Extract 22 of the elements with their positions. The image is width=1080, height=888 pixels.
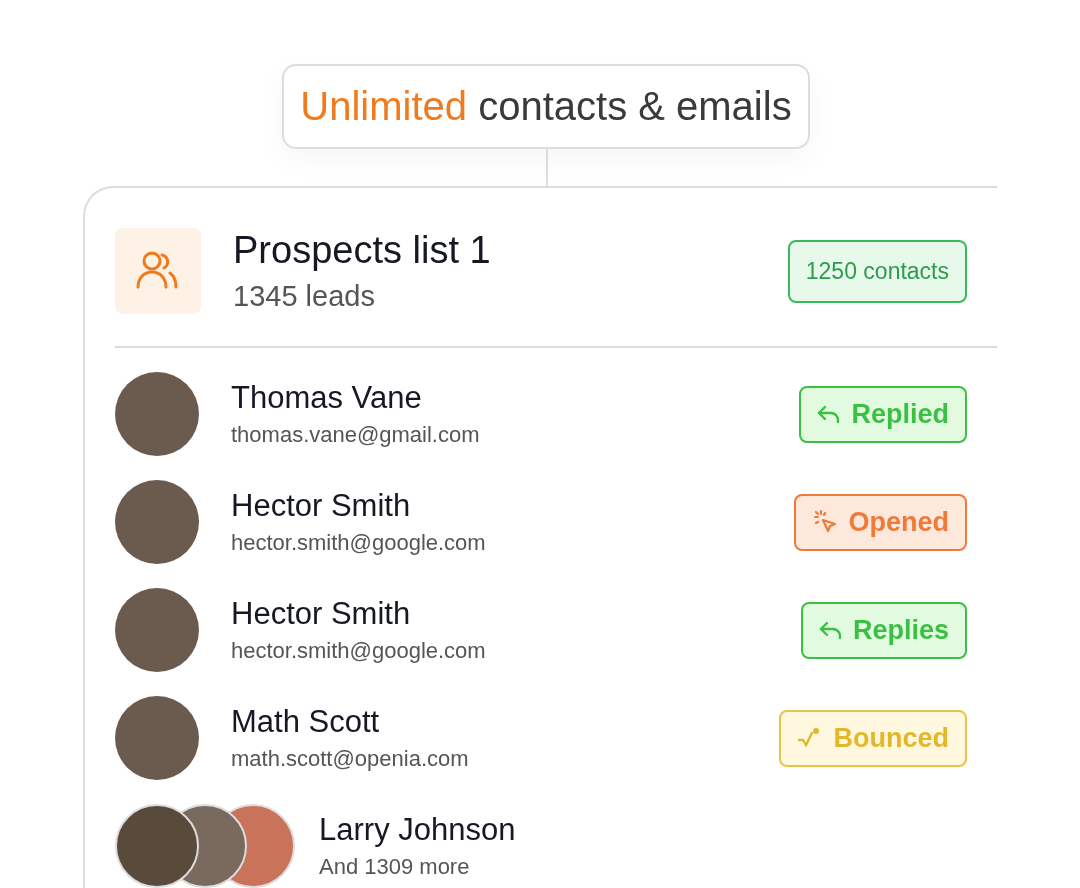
contact-email: thomas.vane@gmail.com	[231, 422, 481, 448]
contacts-count-badge: 1250 contacts	[787, 239, 967, 303]
more-count: And 1309 more	[319, 854, 471, 880]
status-badge: Replied	[799, 385, 967, 443]
users-icon	[115, 228, 201, 314]
lead-count: 1345 leads	[233, 280, 376, 313]
status-badge: Bounced	[779, 709, 967, 767]
status-badge: Opened	[794, 493, 967, 551]
contact-name: Hector Smith	[231, 488, 412, 524]
contact-name: Thomas Vane	[231, 380, 423, 416]
headline-label: Unlimited contacts & emails	[282, 64, 810, 149]
list-title: Prospects list 1	[233, 229, 492, 272]
contact-email: math.scott@openia.com	[231, 746, 470, 772]
reply-arrow-icon	[818, 620, 843, 640]
reply-arrow-icon	[817, 404, 842, 424]
contact-name: Larry Johnson	[319, 812, 517, 848]
contact-email: hector.smith@google.com	[231, 638, 487, 664]
status-badge: Replies	[800, 601, 967, 659]
contact-name: Hector Smith	[231, 596, 412, 632]
contact-email: hector.smith@google.com	[231, 530, 487, 556]
cursor-click-icon	[812, 509, 839, 535]
contact-name: Math Scott	[231, 704, 381, 740]
